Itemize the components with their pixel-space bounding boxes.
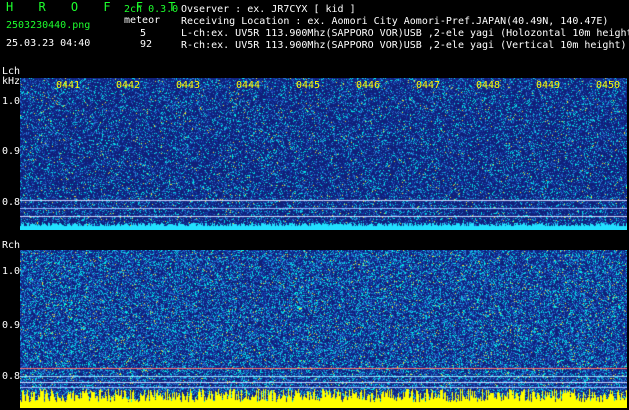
meteor-label: meteor <box>124 15 161 26</box>
time-tick: 0442 <box>116 80 141 91</box>
datetime: 25.03.23 04:40 <box>6 38 91 49</box>
time-tick: 0441 <box>56 80 81 91</box>
version-label: 2ch 0.3.0 <box>124 4 179 15</box>
lch-ytick-0-9: 0.9 <box>2 146 21 157</box>
location-line: Receiving Location : ex. Aomori City Aom… <box>181 16 609 27</box>
time-tick: 0447 <box>416 80 441 91</box>
rch-ytick-0-9: 0.9 <box>2 320 21 331</box>
time-tick: 0443 <box>176 80 201 91</box>
rch-label: Rch <box>2 240 21 251</box>
rch-ytick-0-8: 0.8 <box>2 371 21 382</box>
observer-line: Ovserver : ex. JR7CYX [ kid ] <box>181 4 356 15</box>
time-tick: 0444 <box>236 80 261 91</box>
time-tick: 0445 <box>296 80 321 91</box>
time-tick: 0446 <box>356 80 381 91</box>
time-tick: 0448 <box>476 80 501 91</box>
lch-ytick-1-0: 1.0 <box>2 96 21 107</box>
meteor-count-lch: 5 <box>140 28 147 39</box>
lch-unit: kHz <box>2 76 21 87</box>
rch-spectrogram <box>20 250 627 408</box>
filename: 2503230440.png <box>6 20 91 31</box>
lch-description: L-ch:ex. UV5R 113.900Mhz(SAPPORO VOR)USB… <box>181 28 629 39</box>
meteor-count-rch: 92 <box>140 39 153 50</box>
time-tick: 0450 <box>596 80 621 91</box>
time-tick: 0449 <box>536 80 561 91</box>
lch-ytick-0-8: 0.8 <box>2 197 21 208</box>
lch-spectrogram <box>20 78 627 230</box>
rch-ytick-1-0: 1.0 <box>2 266 21 277</box>
rch-description: R-ch:ex. UV5R 113.900Mhz(SAPPORO VOR)USB… <box>181 40 627 51</box>
